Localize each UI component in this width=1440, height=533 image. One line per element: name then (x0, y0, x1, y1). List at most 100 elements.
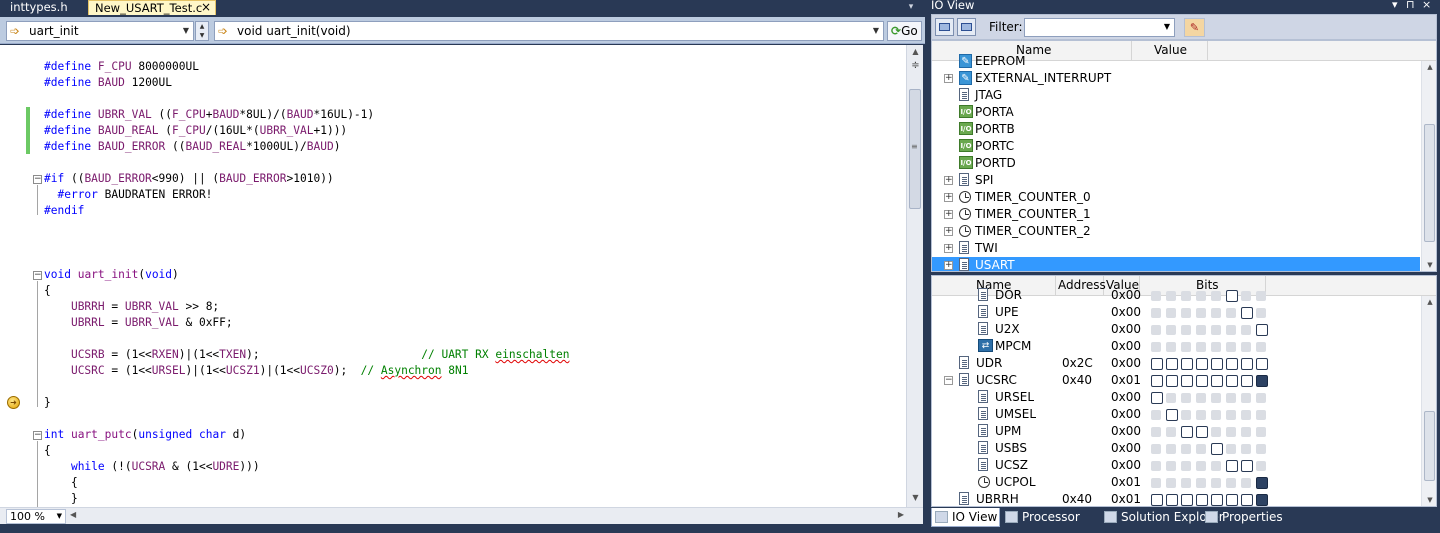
tab-overflow-icon[interactable]: ▾ (905, 2, 917, 13)
peripheral-row[interactable]: + SPI (932, 172, 1420, 189)
bit-cell[interactable] (1166, 409, 1178, 421)
register-row[interactable]: USBS 0x00 (932, 440, 1420, 457)
register-row[interactable]: UPE 0x00 (932, 304, 1420, 321)
gutter[interactable] (0, 45, 26, 507)
editor-horizontal-scrollbar[interactable]: ◀ ▶ (70, 510, 904, 522)
close-icon[interactable]: × (1422, 0, 1431, 10)
member-dropdown[interactable]: ➩ void uart_init(void) ▼ (214, 21, 884, 41)
bit-cell[interactable] (1196, 375, 1208, 387)
bit-cell[interactable] (1226, 358, 1238, 370)
bit-cell[interactable] (1151, 358, 1163, 370)
code-line[interactable]: #error BAUDRATEN ERROR! (44, 187, 569, 203)
peripheral-row[interactable]: I/O PORTD (932, 155, 1420, 172)
register-row[interactable]: UPM 0x00 (932, 423, 1420, 440)
expand-icon[interactable]: + (944, 261, 953, 270)
split-handle-icon[interactable]: ≑ (907, 61, 924, 71)
register-row[interactable]: UBRRH 0x40 0x01 (932, 491, 1420, 506)
bit-cell[interactable] (1241, 358, 1253, 370)
expand-icon[interactable]: + (944, 210, 953, 219)
code-line[interactable]: #define BAUD_ERROR ((BAUD_REAL*1000UL)/B… (44, 139, 569, 155)
code-line[interactable]: UBRRH = UBRR_VAL >> 8; (44, 299, 569, 315)
peripheral-row[interactable]: I/O PORTC (932, 138, 1420, 155)
bit-cell[interactable] (1211, 494, 1223, 506)
bit-cell[interactable] (1256, 375, 1268, 387)
code-line[interactable]: #if ((BAUD_ERROR<990) || (BAUD_ERROR>101… (44, 171, 569, 187)
code-line[interactable]: #define F_CPU 8000000UL (44, 59, 569, 75)
code-line[interactable]: { (44, 283, 569, 299)
zoom-dropdown[interactable]: 100 % ▼ (6, 509, 66, 524)
code-line[interactable]: #endif (44, 203, 569, 219)
bit-cell[interactable] (1241, 494, 1253, 506)
code-line[interactable] (44, 251, 569, 267)
bit-cell[interactable] (1211, 375, 1223, 387)
bit-cell[interactable] (1256, 324, 1268, 336)
bit-cell[interactable] (1196, 494, 1208, 506)
bit-cell[interactable] (1151, 392, 1163, 404)
bit-cell[interactable] (1241, 460, 1253, 472)
register-vertical-scrollbar[interactable]: ▲ ▼ (1421, 296, 1436, 506)
bit-cell[interactable] (1166, 358, 1178, 370)
bit-cell[interactable] (1256, 358, 1268, 370)
tab-properties[interactable]: Properties (1202, 508, 1294, 527)
fold-toggle[interactable]: − (33, 271, 42, 280)
code-line[interactable]: { (44, 475, 569, 491)
register-row[interactable]: UDR 0x2C 0x00 (932, 355, 1420, 372)
code-line[interactable]: UCSRB = (1<<RXEN)|(1<<TXEN); // UART RX … (44, 347, 569, 363)
expand-icon[interactable]: + (944, 227, 953, 236)
bit-cell[interactable] (1256, 477, 1268, 489)
filter-input[interactable]: ▼ (1024, 18, 1175, 37)
peripheral-row[interactable]: + TWI (932, 240, 1420, 257)
expand-icon[interactable]: + (944, 244, 953, 253)
code-line[interactable]: } (44, 395, 569, 411)
code-line[interactable]: } (44, 491, 569, 507)
code-line[interactable] (44, 235, 569, 251)
bit-cell[interactable] (1226, 460, 1238, 472)
bit-cell[interactable] (1181, 375, 1193, 387)
editor-vertical-scrollbar[interactable]: ▲ ≑ ≡ ▼ (906, 45, 923, 507)
code-line[interactable]: #define UBRR_VAL ((F_CPU+BAUD*8UL)/(BAUD… (44, 107, 569, 123)
code-line[interactable]: #define BAUD 1200UL (44, 75, 569, 91)
bit-cell[interactable] (1226, 375, 1238, 387)
code-line[interactable] (44, 155, 569, 171)
code-line[interactable]: #define BAUD_REAL (F_CPU/(16UL*(UBRR_VAL… (44, 123, 569, 139)
bit-cell[interactable] (1256, 494, 1268, 506)
tab-io-view[interactable]: IO View (931, 508, 1000, 527)
source-code[interactable]: #define F_CPU 8000000UL #define BAUD 1200… (44, 59, 569, 507)
go-button[interactable]: ⟳Go (887, 21, 922, 41)
bit-cell[interactable] (1181, 426, 1193, 438)
view-mode-1-button[interactable] (935, 18, 954, 36)
scroll-thumb[interactable] (1424, 411, 1435, 481)
bit-cell[interactable] (1211, 443, 1223, 455)
register-row[interactable]: DOR 0x00 (932, 287, 1420, 304)
scroll-down-icon[interactable]: ▼ (1422, 259, 1436, 271)
fold-toggle[interactable]: − (33, 431, 42, 440)
scope-spinner[interactable]: ▲ ▼ (195, 21, 209, 41)
tab-solution-explorer[interactable]: Solution Explorer (1101, 508, 1224, 527)
scroll-right-icon[interactable]: ▶ (898, 510, 904, 519)
register-row[interactable]: ⇄ MPCM 0x00 (932, 338, 1420, 355)
type-scope-dropdown[interactable]: ➩ uart_init ▼ (6, 21, 194, 41)
expand-icon[interactable]: + (944, 176, 953, 185)
bit-cell[interactable] (1226, 290, 1238, 302)
bit-cell[interactable] (1181, 358, 1193, 370)
bit-cell[interactable] (1226, 494, 1238, 506)
code-line[interactable] (44, 91, 569, 107)
tab-processor[interactable]: Processor (1002, 508, 1098, 527)
tab-new-usart-test-c[interactable]: New_USART_Test.c × (88, 0, 216, 15)
peripheral-row[interactable]: + TIMER_COUNTER_0 (932, 189, 1420, 206)
view-mode-2-button[interactable] (957, 18, 976, 36)
peripheral-row[interactable]: + TIMER_COUNTER_1 (932, 206, 1420, 223)
register-row[interactable]: UMSEL 0x00 (932, 406, 1420, 423)
scroll-thumb[interactable] (1424, 124, 1435, 242)
bit-cell[interactable] (1151, 375, 1163, 387)
panel-menu-icon[interactable]: ▾ (1392, 0, 1398, 10)
code-line[interactable]: { (44, 443, 569, 459)
bit-cell[interactable] (1196, 426, 1208, 438)
peripheral-row[interactable]: + TIMER_COUNTER_2 (932, 223, 1420, 240)
peripheral-row[interactable]: JTAG (932, 87, 1420, 104)
register-row[interactable]: − UCSRC 0x40 0x01 (932, 372, 1420, 389)
bit-cell[interactable] (1196, 358, 1208, 370)
code-line[interactable]: UBRRL = UBRR_VAL & 0xFF; (44, 315, 569, 331)
code-line[interactable]: void uart_init(void) (44, 267, 569, 283)
scroll-up-icon[interactable]: ▲ (1422, 296, 1436, 308)
